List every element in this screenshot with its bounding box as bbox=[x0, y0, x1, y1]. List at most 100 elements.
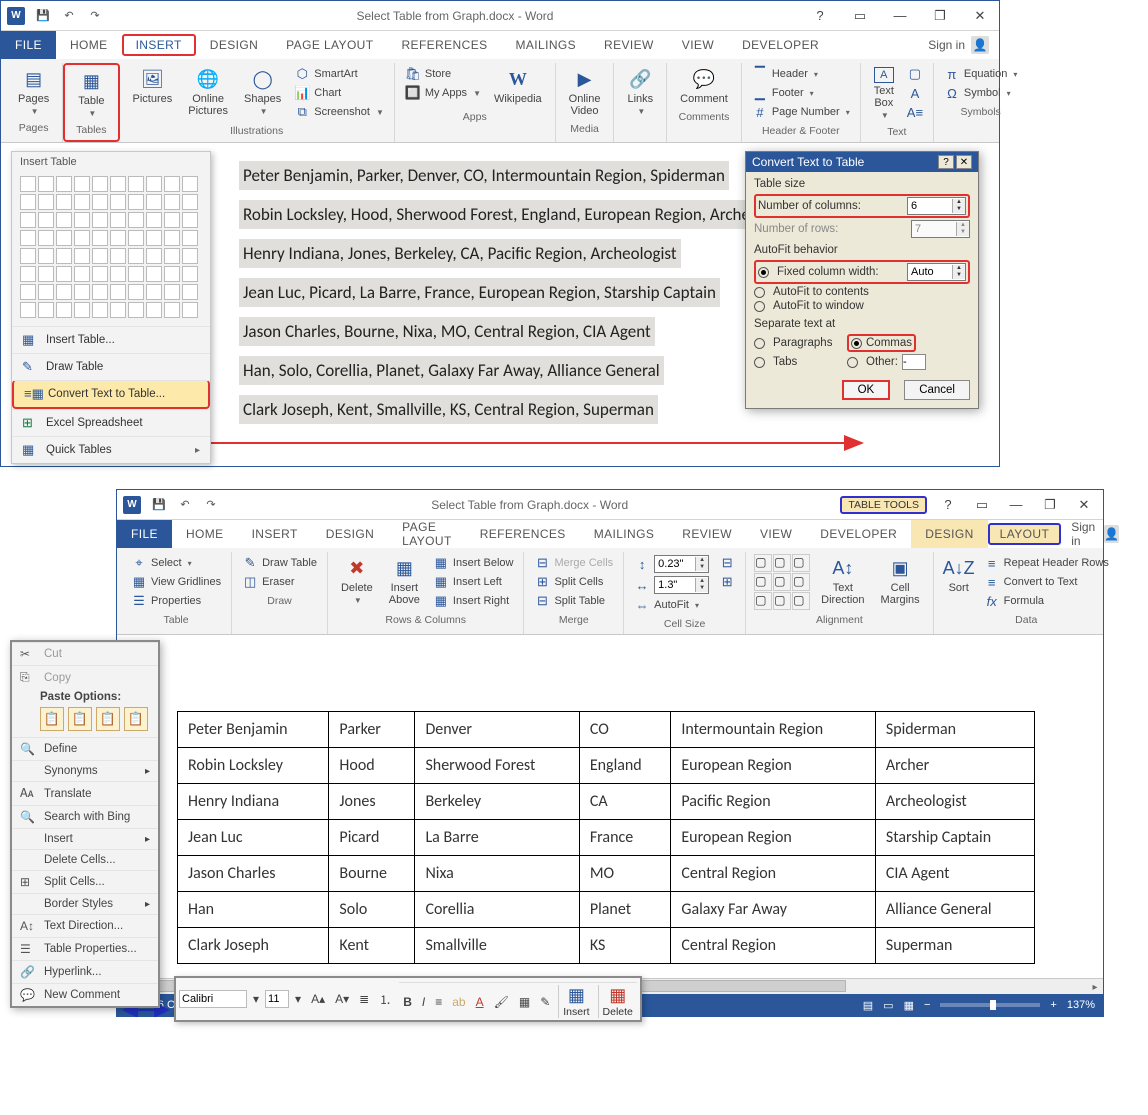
row-height[interactable]: ↕▲▼ bbox=[632, 554, 711, 574]
view-read-mode-icon[interactable]: ▭ bbox=[883, 999, 893, 1012]
repeat-header-rows-button[interactable]: ≡Repeat Header Rows bbox=[982, 554, 1111, 572]
pictures-button[interactable]: 🖼Pictures bbox=[128, 65, 178, 107]
draw-table-button[interactable]: ✎Draw Table bbox=[240, 554, 319, 572]
format-painter-icon[interactable]: 🖌 bbox=[490, 995, 513, 1009]
eraser-button[interactable]: ◫Eraser bbox=[240, 573, 319, 591]
bullets-icon[interactable]: ≣ bbox=[355, 992, 373, 1006]
col-width[interactable]: ↔▲▼ bbox=[632, 575, 711, 595]
ctx-new-comment[interactable]: 💬New Comment bbox=[12, 983, 158, 1006]
tab-home[interactable]: HOME bbox=[172, 520, 238, 548]
footer-button[interactable]: ▁Footer▾ bbox=[750, 84, 852, 102]
shapes-button[interactable]: ◯Shapes▼ bbox=[239, 65, 286, 118]
autofit-button[interactable]: ⇔AutoFit▾ bbox=[632, 596, 711, 614]
table-cell[interactable]: France bbox=[579, 820, 671, 856]
tab-design[interactable]: DESIGN bbox=[312, 520, 388, 548]
ctx-border-styles[interactable]: Border Styles▸ bbox=[12, 893, 158, 914]
split-cells-button[interactable]: ⊞Split Cells bbox=[532, 573, 615, 591]
clear-format-icon[interactable]: ✎ bbox=[536, 995, 554, 1009]
tab-file[interactable]: FILE bbox=[117, 520, 172, 548]
height-input[interactable] bbox=[655, 556, 695, 572]
fixed-width-input[interactable] bbox=[908, 264, 952, 280]
zoom-level[interactable]: 137% bbox=[1067, 999, 1095, 1011]
view-print-layout-icon[interactable]: ▤ bbox=[863, 999, 873, 1012]
tab-references[interactable]: REFERENCES bbox=[466, 520, 580, 548]
other-input[interactable] bbox=[902, 354, 926, 370]
store-button[interactable]: 🛍Store bbox=[403, 65, 483, 83]
ctx-text-direction[interactable]: A↕Text Direction... bbox=[12, 914, 158, 937]
highlight-button[interactable]: ab bbox=[448, 995, 469, 1009]
table-row[interactable]: Jean LucPicardLa BarreFranceEuropean Reg… bbox=[178, 820, 1035, 856]
table-button[interactable]: ▦ Table ▼ bbox=[73, 67, 109, 120]
tab-review[interactable]: REVIEW bbox=[668, 520, 746, 548]
paste-picture-icon[interactable]: 📋 bbox=[96, 707, 120, 731]
ctx-cut[interactable]: ✂Cut bbox=[12, 642, 158, 665]
table-cell[interactable]: England bbox=[579, 748, 671, 784]
signin[interactable]: Sign in👤 bbox=[1061, 520, 1129, 548]
delete-button[interactable]: ✖Delete▼ bbox=[336, 554, 378, 607]
ctx-insert[interactable]: Insert▸ bbox=[12, 828, 158, 849]
text-extra-1[interactable]: ▢ bbox=[905, 65, 925, 83]
table-cell[interactable]: Peter Benjamin bbox=[178, 712, 329, 748]
help-button[interactable]: ? bbox=[935, 497, 961, 512]
font-size-select[interactable] bbox=[265, 990, 289, 1008]
table-cell[interactable]: Jason Charles bbox=[178, 856, 329, 892]
scroll-right-icon[interactable]: ▸ bbox=[1087, 979, 1103, 995]
table-cell[interactable]: Planet bbox=[579, 892, 671, 928]
myapps-button[interactable]: 🔲My Apps▼ bbox=[403, 84, 483, 102]
minimize-button[interactable]: — bbox=[887, 8, 913, 23]
close-button[interactable]: ✕ bbox=[967, 8, 993, 24]
ctx-define[interactable]: 🔍Define bbox=[12, 737, 158, 760]
italic-button[interactable]: I bbox=[418, 995, 429, 1009]
tab-view[interactable]: VIEW bbox=[746, 520, 806, 548]
selected-text-line[interactable]: Han, Solo, Corellia, Planet, Galaxy Far … bbox=[239, 356, 664, 385]
table-size-grid[interactable] bbox=[12, 172, 210, 326]
mini-insert-button[interactable]: ▦Insert bbox=[558, 985, 593, 1018]
align-button[interactable]: ≡ bbox=[431, 995, 446, 1009]
shrink-font-icon[interactable]: A▾ bbox=[331, 992, 353, 1006]
menu-quick-tables[interactable]: ▦Quick Tables▸ bbox=[12, 436, 210, 463]
screenshot-button[interactable]: ⧉Screenshot▼ bbox=[292, 103, 386, 121]
textbox-button[interactable]: AText Box▼ bbox=[869, 65, 899, 122]
tab-table-design[interactable]: DESIGN bbox=[911, 520, 987, 548]
font-family-select[interactable] bbox=[179, 990, 247, 1008]
table-cell[interactable]: Jones bbox=[329, 784, 415, 820]
table-row[interactable]: Jason CharlesBourneNixaMOCentral RegionC… bbox=[178, 856, 1035, 892]
table-cell[interactable]: Alliance General bbox=[875, 892, 1034, 928]
tab-mailings[interactable]: MAILINGS bbox=[502, 31, 591, 59]
distribute-cols-button[interactable]: ⊞ bbox=[717, 573, 737, 591]
borders-button[interactable]: ▦ bbox=[515, 995, 534, 1009]
table-cell[interactable]: Parker bbox=[329, 712, 415, 748]
distribute-rows-button[interactable]: ⊟ bbox=[717, 554, 737, 572]
tab-developer[interactable]: DEVELOPER bbox=[728, 31, 833, 59]
pagenumber-button[interactable]: #Page Number▾ bbox=[750, 103, 852, 121]
close-button[interactable]: ✕ bbox=[1071, 497, 1097, 513]
tab-design[interactable]: DESIGN bbox=[196, 31, 272, 59]
table-cell[interactable]: Bourne bbox=[329, 856, 415, 892]
symbol-button[interactable]: ΩSymbol▾ bbox=[942, 84, 1019, 102]
insert-above-button[interactable]: ▦Insert Above bbox=[384, 554, 425, 608]
links-button[interactable]: 🔗Links▼ bbox=[622, 65, 658, 118]
paste-keep-formatting-icon[interactable]: 📋 bbox=[40, 707, 64, 731]
ctx-synonyms[interactable]: Synonyms▸ bbox=[12, 760, 158, 781]
qat-redo-icon[interactable]: ↷ bbox=[203, 497, 219, 513]
selected-text-line[interactable]: Jean Luc, Picard, La Barre, France, Euro… bbox=[239, 278, 720, 307]
restore-button[interactable]: ❐ bbox=[927, 8, 953, 24]
table-cell[interactable]: Smallville bbox=[415, 928, 579, 964]
ribbon-min-button[interactable]: ▭ bbox=[969, 497, 995, 513]
ok-button[interactable]: OK bbox=[842, 380, 891, 400]
formula-button[interactable]: fxFormula bbox=[982, 592, 1111, 610]
table-cell[interactable]: Superman bbox=[875, 928, 1034, 964]
dialog-titlebar[interactable]: Convert Text to Table ?✕ bbox=[746, 152, 978, 172]
smartart-button[interactable]: ⬡SmartArt bbox=[292, 65, 386, 83]
radio-paragraphs[interactable] bbox=[754, 338, 765, 349]
width-input[interactable] bbox=[655, 577, 695, 593]
radio-other[interactable] bbox=[847, 357, 858, 368]
menu-insert-table[interactable]: ▦Insert Table... bbox=[12, 326, 210, 353]
tab-review[interactable]: REVIEW bbox=[590, 31, 668, 59]
document-area-2[interactable]: Peter BenjaminParkerDenverCOIntermountai… bbox=[117, 635, 1103, 978]
tab-pagelayout[interactable]: PAGE LAYOUT bbox=[388, 520, 466, 548]
select-button[interactable]: ⌖Select▾ bbox=[129, 554, 223, 572]
table-row[interactable]: Robin LocksleyHoodSherwood ForestEngland… bbox=[178, 748, 1035, 784]
table-cell[interactable]: Picard bbox=[329, 820, 415, 856]
table-cell[interactable]: Intermountain Region bbox=[671, 712, 875, 748]
